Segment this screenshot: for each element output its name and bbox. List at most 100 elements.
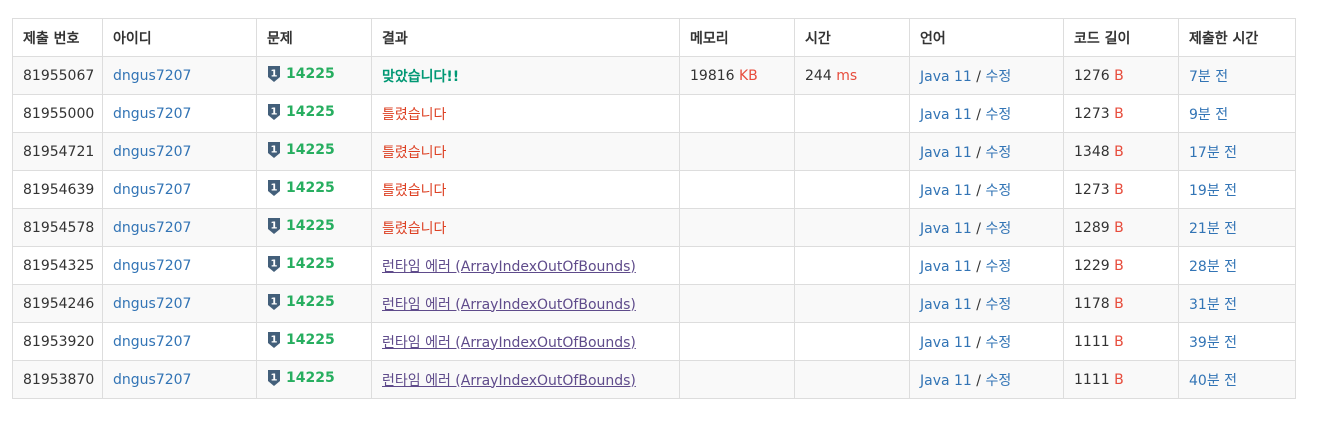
problem-link[interactable]: 1 14225	[267, 293, 335, 311]
submitted-time-link[interactable]: 7분 전	[1189, 69, 1228, 85]
result-cell: 틀렸습니다	[371, 94, 680, 133]
problem-cell: 1 14225	[256, 132, 372, 171]
language-link[interactable]: Java 11	[920, 259, 972, 275]
language-link[interactable]: Java 11	[920, 373, 972, 389]
problem-link[interactable]: 1 14225	[267, 179, 335, 197]
edit-link[interactable]: 수정	[985, 373, 1011, 389]
time-cell	[794, 208, 910, 247]
edit-link[interactable]: 수정	[985, 183, 1011, 199]
submitted-time-link[interactable]: 19분 전	[1189, 183, 1237, 199]
result-text: 틀렸습니다	[382, 220, 447, 237]
problem-tier-icon: 1	[268, 369, 280, 386]
problem-link[interactable]: 1 14225	[267, 103, 335, 121]
time-cell	[794, 170, 910, 209]
problem-link[interactable]: 1 14225	[267, 65, 335, 83]
submission-id-cell: 81954246	[12, 284, 103, 323]
result-text: 런타임 에러 (ArrayIndexOutOfBounds)	[382, 372, 636, 389]
user-link[interactable]: dngus7207	[113, 144, 191, 160]
code-length-unit: B	[1114, 257, 1124, 274]
code-length-unit: B	[1114, 181, 1124, 198]
language-separator: /	[971, 258, 986, 275]
problem-tier-icon: 1	[268, 141, 280, 158]
submitted-time-cell: 9분 전	[1178, 94, 1296, 133]
user-link[interactable]: dngus7207	[113, 372, 191, 388]
user-link[interactable]: dngus7207	[113, 182, 191, 198]
header-code-length: 코드 길이	[1063, 18, 1179, 57]
submission-id-cell: 81955067	[12, 56, 103, 95]
language-link[interactable]: Java 11	[920, 221, 972, 237]
user-id-cell: dngus7207	[102, 246, 257, 285]
language-link[interactable]: Java 11	[920, 69, 972, 85]
language-link[interactable]: Java 11	[920, 297, 972, 313]
submitted-time-link[interactable]: 31분 전	[1189, 297, 1237, 313]
submitted-time-link[interactable]: 17분 전	[1189, 145, 1237, 161]
user-link[interactable]: dngus7207	[113, 334, 191, 350]
memory-unit: KB	[739, 67, 758, 84]
user-link[interactable]: dngus7207	[113, 258, 191, 274]
user-link[interactable]: dngus7207	[113, 296, 191, 312]
language-link[interactable]: Java 11	[920, 107, 972, 123]
submission-id-cell: 81953870	[12, 360, 103, 399]
code-length-unit: B	[1114, 105, 1124, 122]
code-length-cell: 1348 B	[1063, 132, 1179, 171]
problem-link[interactable]: 1 14225	[267, 331, 335, 349]
header-language: 언어	[909, 18, 1064, 57]
table-row: 81954246 dngus7207 1 14225 런타임 에러 (Array…	[12, 284, 1296, 323]
submitted-time-link[interactable]: 40분 전	[1189, 373, 1237, 389]
table-row: 81954578 dngus7207 1 14225 틀렸습니다 Java 11…	[12, 208, 1296, 247]
edit-link[interactable]: 수정	[985, 107, 1011, 123]
edit-link[interactable]: 수정	[985, 221, 1011, 237]
result-text: 런타임 에러 (ArrayIndexOutOfBounds)	[382, 258, 636, 275]
problem-cell: 1 14225	[256, 322, 372, 361]
problem-link[interactable]: 1 14225	[267, 369, 335, 387]
problem-number: 14225	[286, 141, 335, 158]
submission-id-cell: 81955000	[12, 94, 103, 133]
code-length-cell: 1111 B	[1063, 322, 1179, 361]
code-length-value: 1273	[1074, 181, 1110, 198]
problem-cell: 1 14225	[256, 246, 372, 285]
language-link[interactable]: Java 11	[920, 145, 972, 161]
user-link[interactable]: dngus7207	[113, 220, 191, 236]
submitted-time-link[interactable]: 9분 전	[1189, 107, 1228, 123]
table-row: 81953920 dngus7207 1 14225 런타임 에러 (Array…	[12, 322, 1296, 361]
memory-cell	[679, 170, 795, 209]
code-length-unit: B	[1114, 371, 1124, 388]
language-link[interactable]: Java 11	[920, 183, 972, 199]
problem-link[interactable]: 1 14225	[267, 255, 335, 273]
submission-id: 81953920	[23, 333, 95, 350]
result-cell: 틀렸습니다	[371, 208, 680, 247]
edit-link[interactable]: 수정	[985, 297, 1011, 313]
code-length-value: 1178	[1074, 295, 1110, 312]
problem-link[interactable]: 1 14225	[267, 141, 335, 159]
submission-id: 81954246	[23, 295, 95, 312]
edit-link[interactable]: 수정	[985, 69, 1011, 85]
result-cell: 런타임 에러 (ArrayIndexOutOfBounds)	[371, 360, 680, 399]
problem-link[interactable]: 1 14225	[267, 217, 335, 235]
result-text: 틀렸습니다	[382, 182, 447, 199]
table-row: 81955067 dngus7207 1 14225 맞았습니다!! 19816…	[12, 56, 1296, 95]
header-problem: 문제	[256, 18, 372, 57]
user-link[interactable]: dngus7207	[113, 106, 191, 122]
submitted-time-link[interactable]: 21분 전	[1189, 221, 1237, 237]
user-link[interactable]: dngus7207	[113, 68, 191, 84]
user-id-cell: dngus7207	[102, 322, 257, 361]
submitted-time-link[interactable]: 39분 전	[1189, 335, 1237, 351]
result-cell: 런타임 에러 (ArrayIndexOutOfBounds)	[371, 246, 680, 285]
edit-link[interactable]: 수정	[985, 145, 1011, 161]
submitted-time-cell: 40분 전	[1178, 360, 1296, 399]
header-memory: 메모리	[679, 18, 795, 57]
header-result: 결과	[371, 18, 680, 57]
memory-cell	[679, 284, 795, 323]
language-separator: /	[971, 144, 986, 161]
language-separator: /	[971, 182, 986, 199]
table-row: 81954721 dngus7207 1 14225 틀렸습니다 Java 11…	[12, 132, 1296, 171]
submission-id-cell: 81954578	[12, 208, 103, 247]
svg-text:1: 1	[271, 258, 278, 269]
time-cell: 244 ms	[794, 56, 910, 95]
submitted-time-link[interactable]: 28분 전	[1189, 259, 1237, 275]
code-length-unit: B	[1114, 219, 1124, 236]
edit-link[interactable]: 수정	[985, 259, 1011, 275]
edit-link[interactable]: 수정	[985, 335, 1011, 351]
time-cell	[794, 360, 910, 399]
language-link[interactable]: Java 11	[920, 335, 972, 351]
